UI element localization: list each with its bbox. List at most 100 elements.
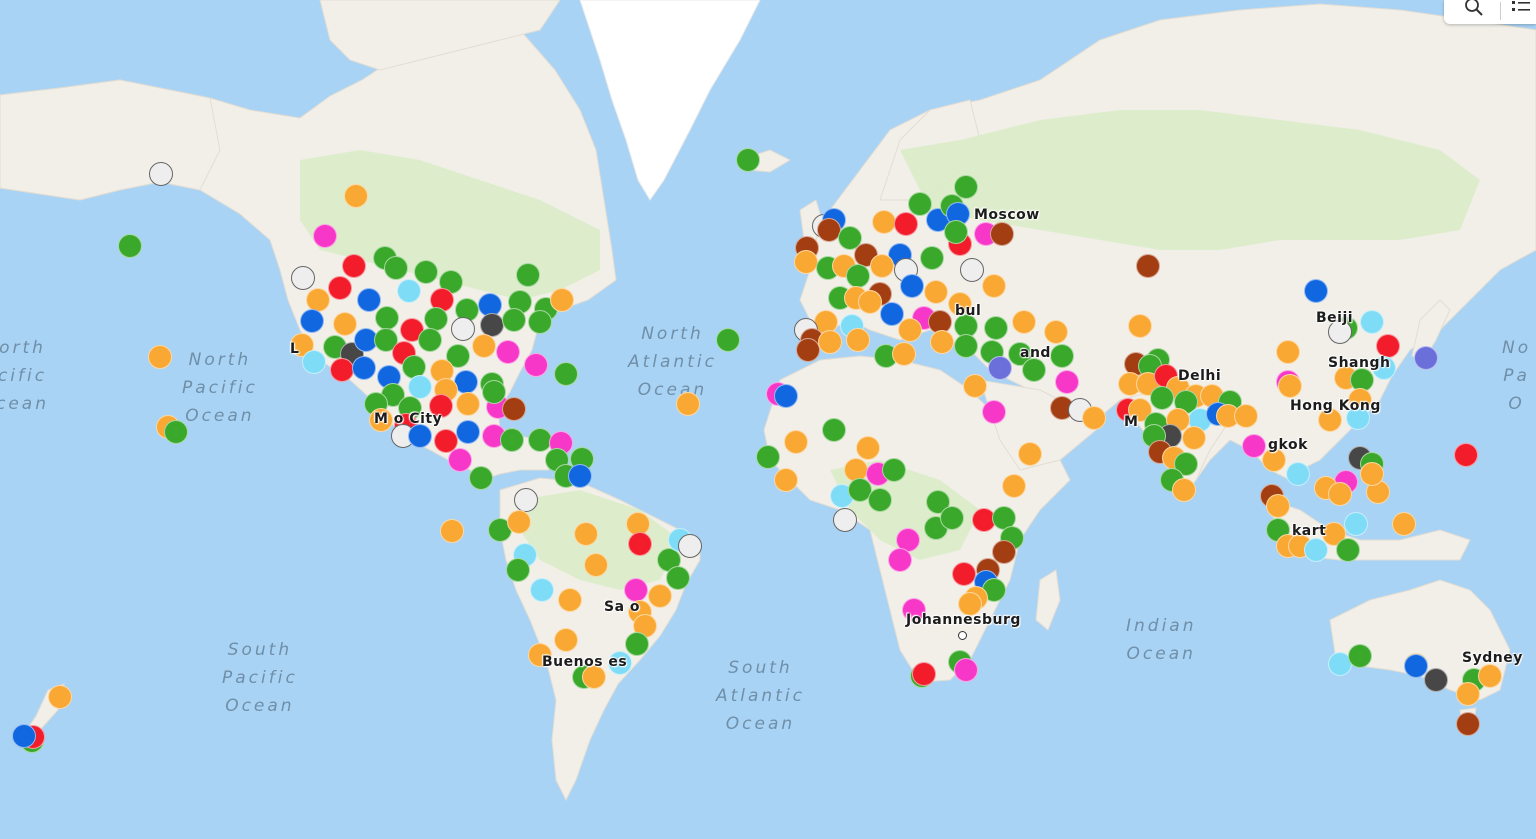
map-marker-white[interactable] [514,488,538,512]
map-marker-green[interactable] [384,256,408,280]
map-marker-blue[interactable] [357,288,381,312]
map-marker-cyan[interactable] [1344,512,1368,536]
map-marker-green[interactable] [625,632,649,656]
map-marker-blue[interactable] [900,274,924,298]
map-marker-cyan[interactable] [397,279,421,303]
map-marker-orange[interactable] [982,274,1006,298]
map-marker-orange[interactable] [930,330,954,354]
map-marker-pink[interactable] [982,400,1006,424]
map-marker-white[interactable] [451,317,475,341]
map-marker-cyan[interactable] [1286,462,1310,486]
map-marker-green[interactable] [502,308,526,332]
map-marker-purple[interactable] [988,356,1012,380]
map-marker-orange[interactable] [898,318,922,342]
map-marker-green[interactable] [164,420,188,444]
map-marker-green[interactable] [954,334,978,358]
map-marker-orange[interactable] [574,522,598,546]
map-marker-red[interactable] [1454,443,1478,467]
map-marker-pink[interactable] [954,658,978,682]
map-marker-orange[interactable] [846,328,870,352]
map-marker-brown[interactable] [502,397,526,421]
map-marker-white[interactable] [149,162,173,186]
map-marker-green[interactable] [954,175,978,199]
map-marker-blue[interactable] [352,356,376,380]
map-marker-orange[interactable] [1278,374,1302,398]
search-button[interactable] [1456,0,1492,24]
map-marker-orange[interactable] [648,584,672,608]
map-marker-green[interactable] [1022,358,1046,382]
map-marker-cyan[interactable] [302,350,326,374]
map-marker-red[interactable] [328,276,352,300]
map-marker-white[interactable] [960,258,984,282]
map-marker-white[interactable] [678,534,702,558]
map-marker-green[interactable] [944,220,968,244]
map-marker-brown[interactable] [796,338,820,362]
map-marker-blue[interactable] [408,424,432,448]
map-marker-orange[interactable] [1328,482,1352,506]
map-marker-orange[interactable] [856,436,880,460]
map-marker-green[interactable] [118,234,142,258]
map-marker-orange[interactable] [794,250,818,274]
map-marker-orange[interactable] [963,374,987,398]
map-marker-green[interactable] [846,264,870,288]
map-marker-orange[interactable] [1012,310,1036,334]
map-marker-pink[interactable] [448,448,472,472]
map-marker-red[interactable] [952,562,976,586]
map-marker-white[interactable] [833,508,857,532]
map-marker-pink[interactable] [1055,370,1079,394]
map-marker-green[interactable] [1336,538,1360,562]
map-marker-orange[interactable] [818,330,842,354]
map-marker-orange[interactable] [148,345,172,369]
map-marker-orange[interactable] [558,588,582,612]
map-marker-orange[interactable] [472,334,496,358]
map-marker-orange[interactable] [1044,320,1068,344]
map-marker-blue[interactable] [300,309,324,333]
map-marker-red[interactable] [342,254,366,278]
map-marker-orange[interactable] [892,342,916,366]
map-marker-orange[interactable] [784,430,808,454]
map-marker-orange[interactable] [1082,406,1106,430]
map-marker-blue[interactable] [456,420,480,444]
map-marker-green[interactable] [940,506,964,530]
world-map[interactable]: North Pacific Ocean orth cific cean No P… [0,0,1536,839]
map-marker-green[interactable] [882,458,906,482]
map-marker-red[interactable] [894,212,918,236]
map-marker-green[interactable] [984,316,1008,340]
map-marker-green[interactable] [1150,386,1174,410]
map-marker-orange[interactable] [1456,682,1480,706]
map-marker-orange[interactable] [554,628,578,652]
map-marker-green[interactable] [528,310,552,334]
map-marker-orange[interactable] [1128,314,1152,338]
map-marker-green[interactable] [500,428,524,452]
map-marker-green[interactable] [822,418,846,442]
map-marker-pink[interactable] [496,340,520,364]
map-marker-green[interactable] [868,488,892,512]
map-marker-green[interactable] [756,445,780,469]
map-marker-orange[interactable] [1234,404,1258,428]
map-marker-orange[interactable] [774,468,798,492]
map-marker-orange[interactable] [1478,664,1502,688]
map-marker-orange[interactable] [344,184,368,208]
list-button[interactable] [1502,0,1536,24]
map-marker-pink[interactable] [524,353,548,377]
map-marker-green[interactable] [482,380,506,404]
map-marker-orange[interactable] [676,392,700,416]
map-marker-orange[interactable] [507,510,531,534]
map-marker-orange[interactable] [870,254,894,278]
map-marker-brown[interactable] [1136,254,1160,278]
map-marker-cyan[interactable] [1360,310,1384,334]
map-marker-orange[interactable] [872,210,896,234]
map-marker-green[interactable] [506,558,530,582]
map-marker-green[interactable] [375,306,399,330]
map-marker-green[interactable] [414,260,438,284]
map-marker-orange[interactable] [440,519,464,543]
map-marker-red[interactable] [330,358,354,382]
map-marker-orange[interactable] [858,290,882,314]
map-marker-white[interactable] [291,266,315,290]
map-marker-orange[interactable] [584,553,608,577]
map-marker-green[interactable] [666,566,690,590]
map-marker-orange[interactable] [333,312,357,336]
map-marker-green[interactable] [418,328,442,352]
map-marker-red[interactable] [628,532,652,556]
map-marker-orange[interactable] [1002,474,1026,498]
